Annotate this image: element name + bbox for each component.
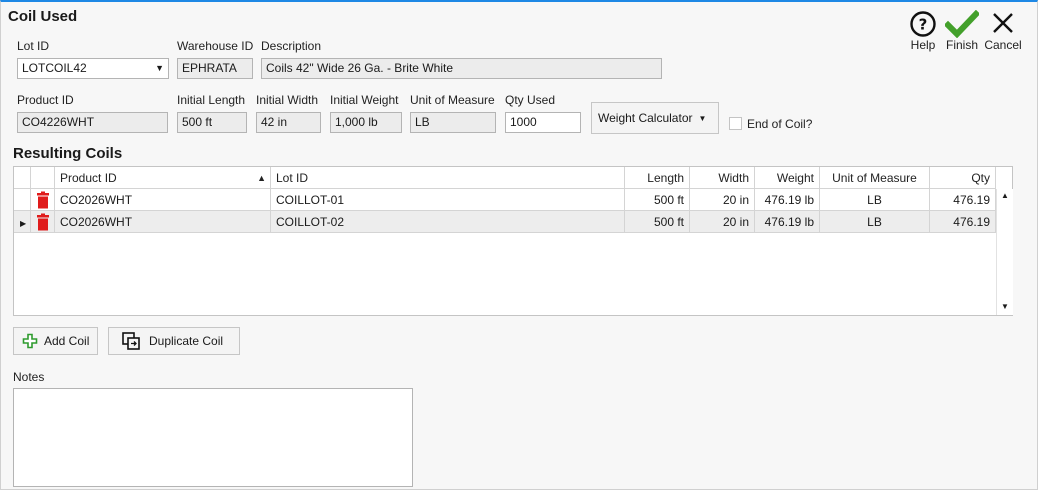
column-header-width[interactable]: Width (690, 167, 755, 189)
row-indicator[interactable] (14, 189, 31, 211)
delete-column-header (31, 167, 55, 189)
cell-weight[interactable]: 476.19 lb (755, 189, 820, 211)
finish-button[interactable] (943, 9, 981, 39)
cell-unit-of-measure[interactable]: LB (820, 211, 930, 233)
lot-id-label: Lot ID (17, 39, 50, 53)
checkmark-icon (943, 9, 981, 39)
help-label: Help (910, 38, 936, 52)
close-icon (993, 13, 1013, 33)
duplicate-coil-button[interactable]: Duplicate Coil (108, 327, 240, 355)
weight-calculator-button[interactable]: Weight Calculator ▼ (591, 102, 719, 134)
initial-length-field: 500 ft (177, 112, 247, 133)
finish-label: Finish (945, 38, 978, 52)
help-button[interactable]: ? (907, 10, 939, 38)
initial-weight-label: Initial Weight (330, 93, 399, 107)
qty-used-label: Qty Used (505, 93, 556, 107)
coil-used-dialog: Coil Used ? Help Finish Cancel Lot ID Wa… (0, 0, 1038, 490)
cell-width[interactable]: 20 in (690, 189, 755, 211)
dialog-title: Coil Used (8, 8, 78, 25)
add-coil-label: Add Coil (44, 334, 90, 348)
row-indicator[interactable]: ▶ (14, 211, 31, 233)
resulting-coils-grid: Product ID ▲ Lot ID Length Width Weight … (13, 166, 1013, 316)
notes-label: Notes (13, 370, 45, 384)
cancel-button[interactable] (989, 10, 1017, 38)
unit-of-measure-field: LB (410, 112, 496, 133)
row-indicator-header (14, 167, 31, 189)
notes-textarea[interactable] (13, 388, 413, 487)
plus-icon (22, 333, 38, 349)
add-coil-button[interactable]: Add Coil (13, 327, 98, 355)
end-of-coil-checkbox[interactable] (729, 117, 742, 130)
duplicate-icon (122, 332, 140, 350)
cell-product-id[interactable]: CO2026WHT (55, 189, 271, 211)
current-row-arrow-icon: ▶ (20, 219, 27, 228)
grid-vertical-scrollbar[interactable]: ▲ ▼ (996, 189, 1013, 315)
scroll-up-icon[interactable]: ▲ (1001, 191, 1009, 200)
cell-length[interactable]: 500 ft (625, 211, 690, 233)
description-field: Coils 42" Wide 26 Ga. - Brite White (261, 58, 662, 79)
initial-width-label: Initial Width (256, 93, 319, 107)
weight-calculator-label: Weight Calculator (598, 111, 693, 125)
initial-width-field: 42 in (256, 112, 321, 133)
trash-icon (37, 213, 49, 231)
qty-used-input[interactable]: 1000 (505, 112, 581, 133)
warehouse-id-field: EPHRATA (177, 58, 253, 79)
cell-product-id[interactable]: CO2026WHT (55, 211, 271, 233)
description-label: Description (261, 39, 322, 53)
initial-length-label: Initial Length (177, 93, 246, 107)
cell-length[interactable]: 500 ft (625, 189, 690, 211)
cell-qty[interactable]: 476.19 (930, 211, 996, 233)
delete-row-button[interactable] (31, 189, 55, 211)
column-header-weight[interactable]: Weight (755, 167, 820, 189)
product-id-header-label: Product ID (60, 171, 117, 185)
chevron-down-icon: ▼ (155, 63, 164, 73)
scroll-down-icon[interactable]: ▼ (1001, 302, 1009, 311)
cell-width[interactable]: 20 in (690, 211, 755, 233)
product-id-field: CO4226WHT (17, 112, 168, 133)
warehouse-id-label: Warehouse ID (177, 39, 254, 53)
resulting-coils-title: Resulting Coils (13, 145, 123, 162)
duplicate-coil-label: Duplicate Coil (149, 334, 224, 348)
help-icon: ? (910, 11, 936, 37)
trash-icon (37, 191, 49, 209)
chevron-down-icon: ▼ (698, 113, 707, 123)
cancel-label: Cancel (984, 38, 1022, 52)
cell-qty[interactable]: 476.19 (930, 189, 996, 211)
column-header-lot-id[interactable]: Lot ID (271, 167, 625, 189)
delete-row-button[interactable] (31, 211, 55, 233)
column-header-length[interactable]: Length (625, 167, 690, 189)
column-header-product-id[interactable]: Product ID ▲ (55, 167, 271, 189)
product-id-label: Product ID (17, 93, 74, 107)
cell-weight[interactable]: 476.19 lb (755, 211, 820, 233)
lot-id-value: LOTCOIL42 (22, 61, 87, 75)
cell-lot-id[interactable]: COILLOT-02 (271, 211, 625, 233)
svg-text:?: ? (919, 16, 928, 34)
cell-unit-of-measure[interactable]: LB (820, 189, 930, 211)
sort-ascending-icon: ▲ (257, 173, 266, 183)
end-of-coil-label: End of Coil? (747, 117, 813, 131)
column-header-unit-of-measure[interactable]: Unit of Measure (820, 167, 930, 189)
unit-of-measure-label: Unit of Measure (410, 93, 495, 107)
initial-weight-field: 1,000 lb (330, 112, 402, 133)
cell-lot-id[interactable]: COILLOT-01 (271, 189, 625, 211)
lot-id-dropdown[interactable]: LOTCOIL42 ▼ (17, 58, 169, 79)
column-header-qty[interactable]: Qty (930, 167, 996, 189)
